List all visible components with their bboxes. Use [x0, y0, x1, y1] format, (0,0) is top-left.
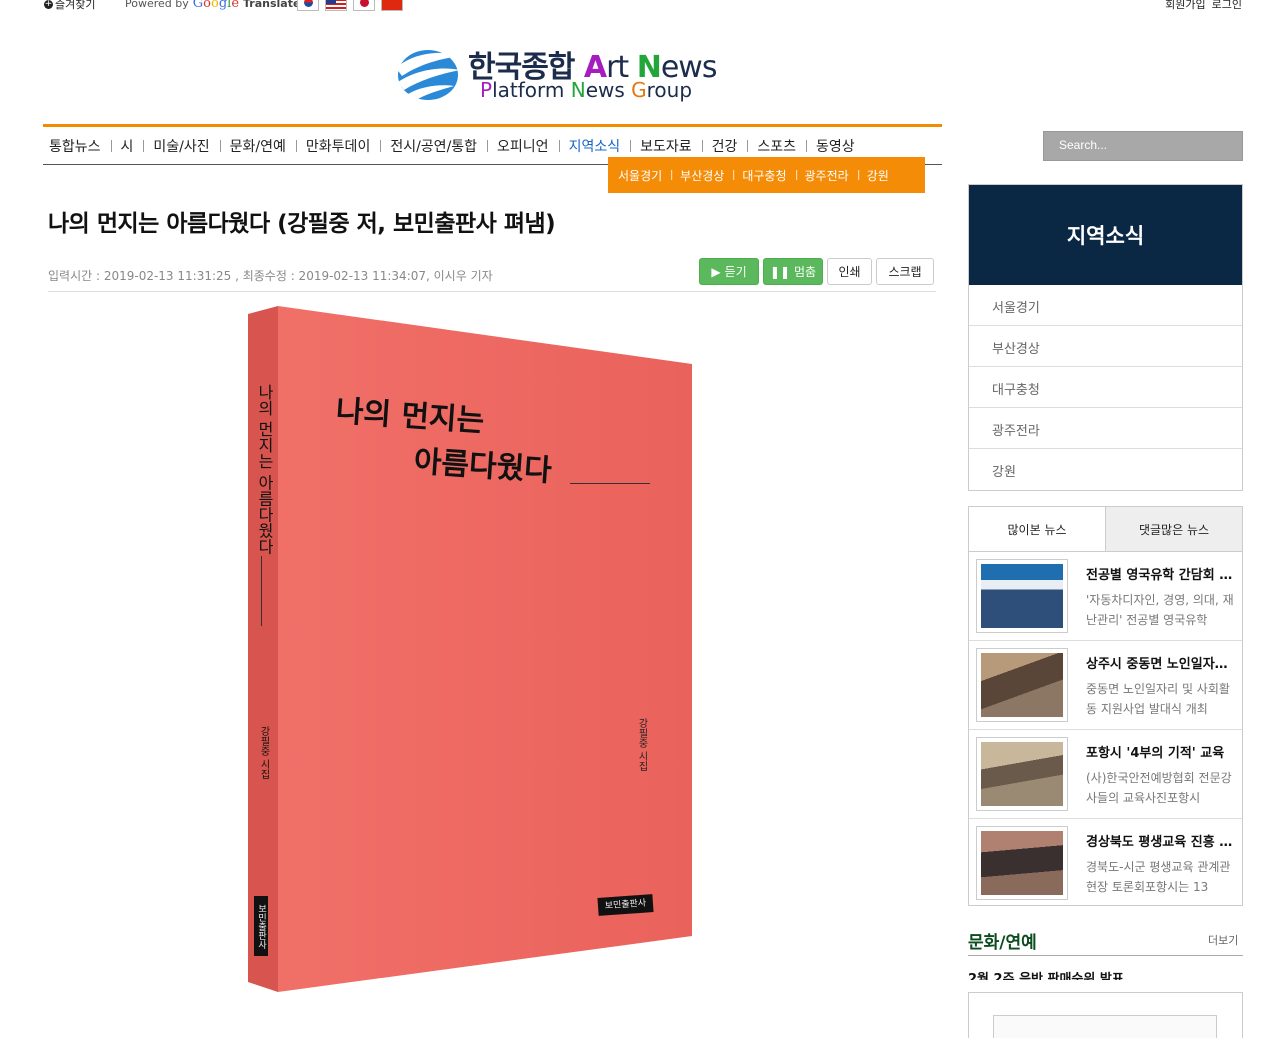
print-button[interactable]: 인쇄 [827, 258, 872, 285]
news-title: 경상북도 평생교육 진흥 토론회 [1086, 835, 1234, 850]
spine-author: 강필중 시집 [258, 726, 269, 780]
cover-publisher-logo: 보민출판사 [597, 894, 654, 916]
news-thumbnail [976, 737, 1068, 811]
search-input[interactable]: Search... [1043, 131, 1243, 161]
powered-by-label: Powered by [125, 0, 189, 10]
subnav-item-gangwon[interactable]: 강원 [857, 167, 898, 184]
cover-author: 강필중 시집 [636, 718, 647, 772]
news-thumbnail [976, 826, 1068, 900]
tab-most-commented[interactable]: 댓글많은 뉴스 [1106, 507, 1242, 551]
popular-news-tabs: 많이본 뉴스 댓글많은 뉴스 [969, 507, 1242, 552]
listen-button[interactable]: ▶ 듣기 [699, 258, 759, 285]
login-link[interactable]: 로그인 [1212, 0, 1242, 12]
culture-headline[interactable]: 2월 2주 음반 판매순위 발표 [968, 968, 1124, 980]
tab-most-viewed[interactable]: 많이본 뉴스 [969, 507, 1106, 551]
news-title: 상주시 중동면 노인일자리 발대식 [1086, 657, 1234, 672]
nav-item-comics[interactable]: 만화투데이 [295, 136, 380, 156]
member-links: 회원가입 로그인 [1165, 0, 1242, 12]
article-title: 나의 먼지는 아름다웠다 (강필중 저, 보민출판사 펴냄) [48, 211, 556, 237]
language-flags [297, 0, 403, 11]
join-link[interactable]: 회원가입 [1165, 0, 1205, 12]
nav-item-culture[interactable]: 문화/연예 [219, 136, 296, 156]
nav-item-press[interactable]: 보도자료 [630, 136, 702, 156]
chinese-flag-icon[interactable] [381, 0, 403, 11]
popular-news-box: 많이본 뉴스 댓글많은 뉴스 전공별 영국유학 간담회 개최 '자동차디자인, … [968, 506, 1243, 906]
news-desc: 중동면 노인일자리 및 사회활동 지원사업 발대식 개최 [1086, 682, 1230, 716]
google-translate-widget[interactable]: Powered by Google Translate [125, 0, 300, 11]
wave-logo-icon [396, 50, 462, 100]
site-logo[interactable]: 한국종합 Art News Platform News Group [394, 42, 717, 104]
subnav-item-busan[interactable]: 부산경상 [671, 167, 733, 184]
bookmark-link[interactable]: + 즐겨찾기 [44, 0, 95, 12]
article-meta: 입력시간 : 2019-02-13 11:31:25 , 최종수정 : 2019… [48, 269, 493, 283]
regional-news-box: 지역소식 서울경기 부산경상 대구충청 광주전라 강원 [968, 184, 1243, 491]
list-item[interactable]: 포항시 '4부의 기적' 교육 (사)한국안전예방협회 전문강사들의 교육사진포… [969, 730, 1242, 819]
news-desc: 경북도-시군 평생교육 관계관 현장 토론회포항시는 13 [1086, 860, 1231, 894]
divider [48, 291, 936, 292]
subnav-item-gwangju[interactable]: 광주전라 [795, 167, 858, 184]
region-link-seoul[interactable]: 서울경기 [969, 285, 1242, 326]
nav-item-health[interactable]: 건강 [701, 136, 748, 156]
japanese-flag-icon[interactable] [353, 0, 375, 11]
list-item[interactable]: 경상북도 평생교육 진흥 토론회 경북도-시군 평생교육 관계관 현장 토론회포… [969, 819, 1242, 908]
nav-item-poetry[interactable]: 시 [110, 136, 144, 156]
korean-flag-icon[interactable] [297, 0, 319, 11]
culture-section-title: 문화/연예 [968, 933, 1037, 953]
play-icon: ▶ [711, 264, 721, 279]
nav-item-integrated-news[interactable]: 통합뉴스 [49, 136, 111, 156]
divider [968, 955, 1243, 956]
scrap-button[interactable]: 스크랩 [876, 258, 934, 285]
top-utility-bar: + 즐겨찾기 Powered by Google Translate 회원가입 … [0, 0, 1270, 14]
subnav-item-seoul[interactable]: 서울경기 [618, 167, 671, 184]
news-title: 포항시 '4부의 기적' 교육 [1086, 746, 1225, 761]
subnav-item-daegu[interactable]: 대구충청 [733, 167, 795, 184]
spine-title: 나의 먼지는 아름다웠다 [255, 384, 274, 555]
news-thumbnail [976, 559, 1068, 633]
list-item[interactable]: 전공별 영국유학 간담회 개최 '자동차디자인, 경영, 의대, 재난관리' 전… [969, 552, 1242, 641]
regional-news-title: 지역소식 [969, 185, 1242, 285]
nav-item-exhibition[interactable]: 전시/공연/통합 [380, 136, 487, 156]
logo-subtitle: Platform News Group [480, 78, 693, 102]
news-title: 전공별 영국유학 간담회 개최 [1086, 568, 1234, 583]
google-logo: Google [192, 0, 240, 11]
us-flag-icon[interactable] [325, 0, 347, 11]
news-desc: '자동차디자인, 경영, 의대, 재난관리' 전공별 영국유학 [1086, 593, 1234, 627]
translate-label: Translate [243, 0, 301, 10]
cover-underline [570, 483, 650, 484]
region-link-daegu[interactable]: 대구충청 [969, 367, 1242, 408]
nav-item-opinion[interactable]: 오피니언 [487, 136, 559, 156]
culture-thumbnail-box [968, 992, 1243, 1038]
region-link-busan[interactable]: 부산경상 [969, 326, 1242, 367]
culture-more-link[interactable]: 더보기 [1208, 932, 1238, 948]
news-thumbnail [976, 648, 1068, 722]
article-toolbar: ▶ 듣기 ❚❚ 멈춤 인쇄 스크랩 [699, 258, 934, 285]
culture-thumbnail[interactable] [993, 1015, 1217, 1038]
nav-item-regional[interactable]: 지역소식 [558, 136, 631, 156]
stop-button[interactable]: ❚❚ 멈춤 [763, 258, 823, 285]
list-item[interactable]: 상주시 중동면 노인일자리 발대식 중동면 노인일자리 및 사회활동 지원사업 … [969, 641, 1242, 730]
nav-item-art-photo[interactable]: 미술/사진 [143, 136, 219, 156]
spine-line [261, 556, 262, 626]
nav-item-video[interactable]: 동영상 [806, 136, 865, 156]
regional-subnav: 서울경기 부산경상 대구충청 광주전라 강원 [608, 157, 925, 193]
nav-item-sports[interactable]: 스포츠 [747, 136, 806, 156]
region-link-gangwon[interactable]: 강원 [969, 449, 1242, 490]
bookmark-label: 즐겨찾기 [55, 0, 96, 11]
region-link-gwangju[interactable]: 광주전라 [969, 408, 1242, 449]
pause-icon: ❚❚ [769, 264, 790, 279]
spine-publisher-logo: 보민출판사 [254, 896, 268, 956]
news-desc: (사)한국안전예방협회 전문강사들의 교육사진포항시 [1086, 771, 1232, 805]
plus-icon: + [44, 0, 53, 9]
book-cover-image: 나의 먼지는 아름다웠다 나의 먼지는 아름다웠다 강필중 시집 보민출판사 강… [248, 306, 692, 992]
